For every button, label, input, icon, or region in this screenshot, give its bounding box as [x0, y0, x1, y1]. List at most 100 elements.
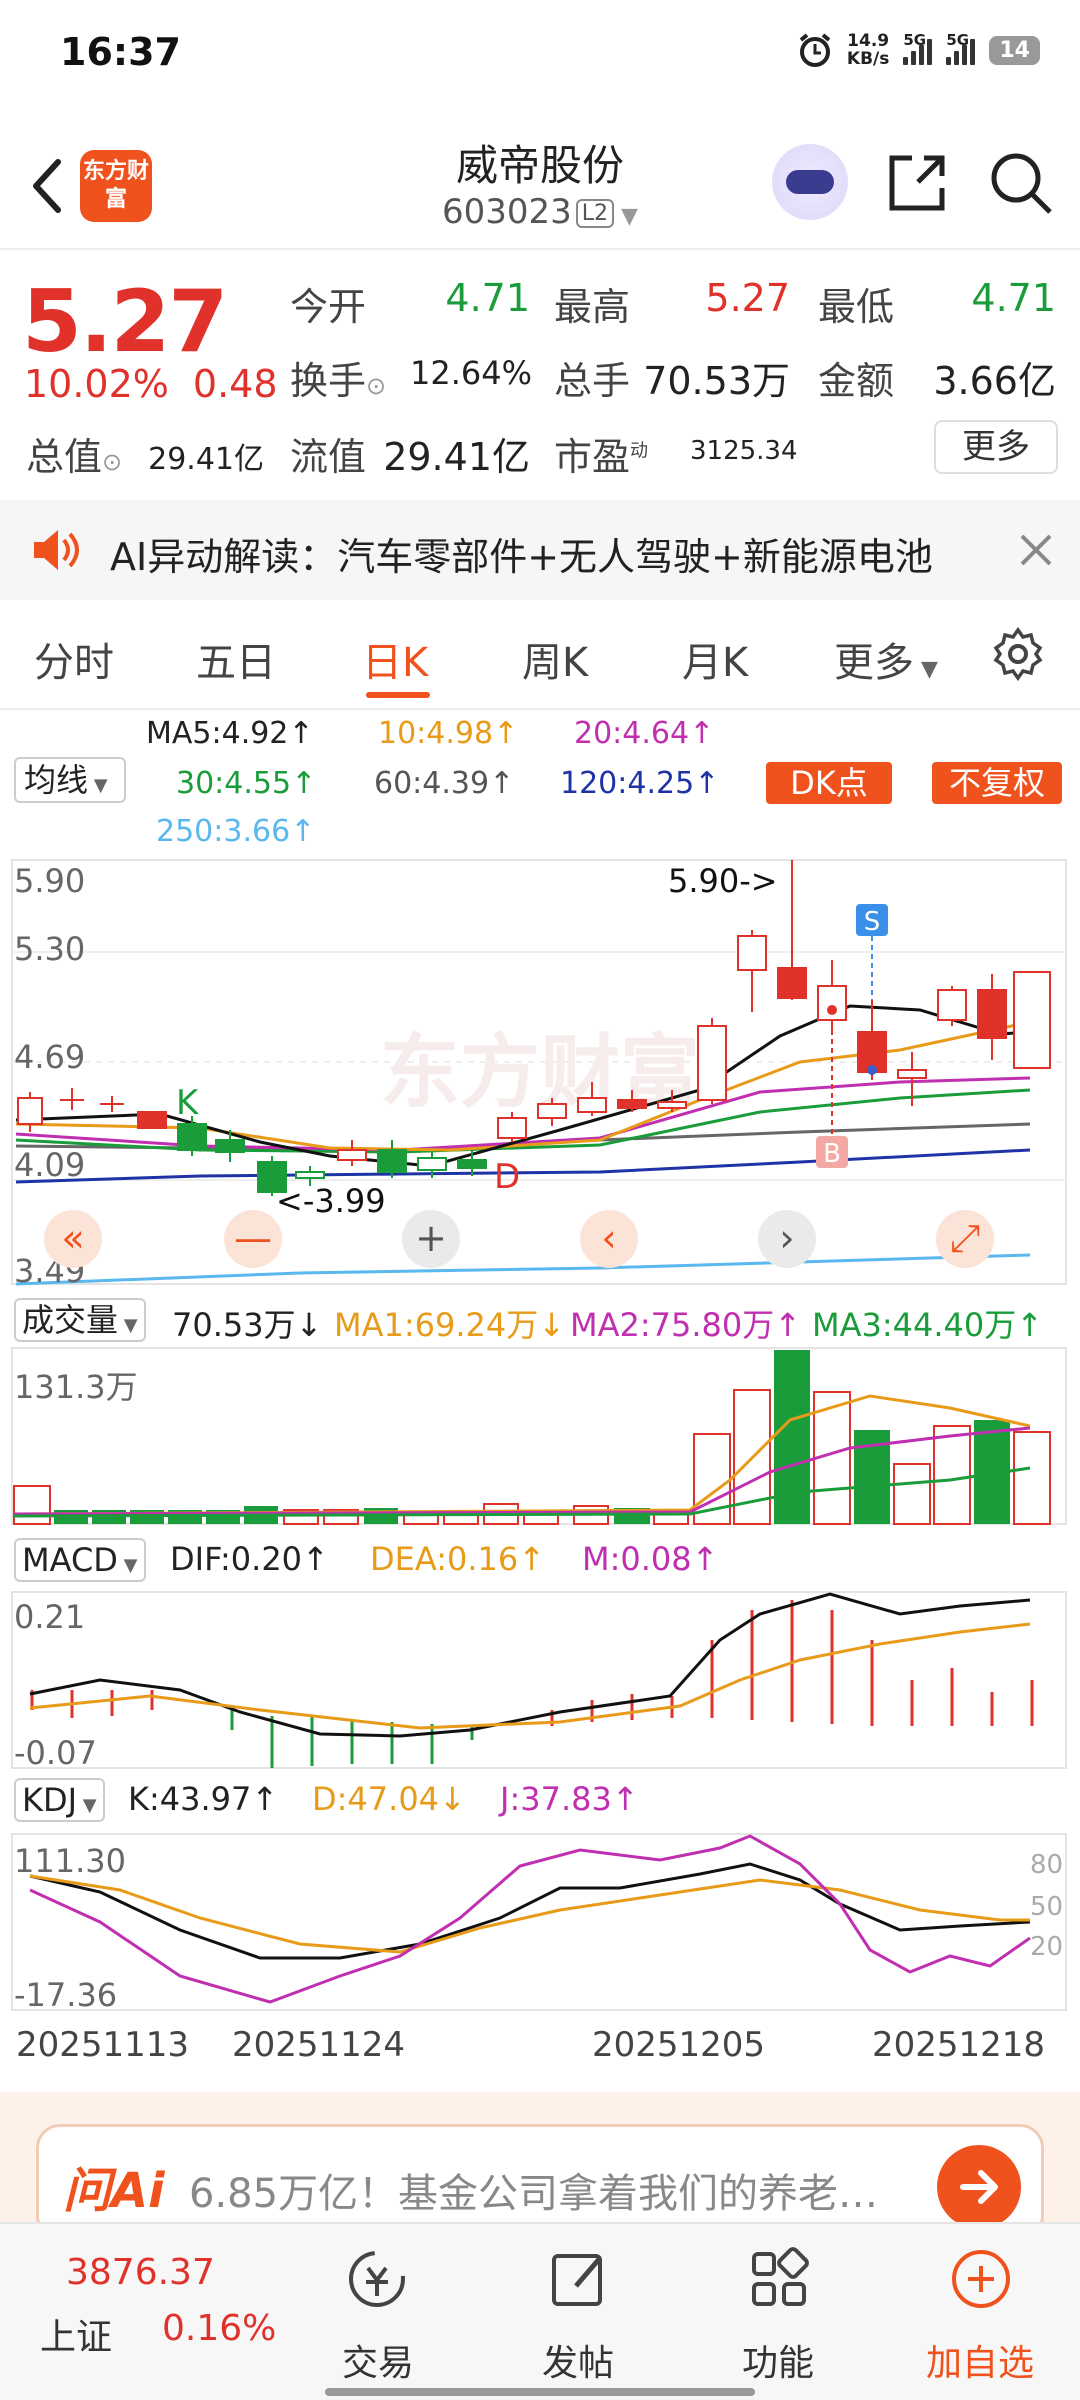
ma-selector[interactable]: 均线 ▼ — [14, 757, 126, 803]
price-axis-max: 5.90 — [14, 862, 86, 900]
kdj-axis-max: 111.30 — [14, 1842, 126, 1880]
index-value[interactable]: 3876.37 — [66, 2252, 215, 2293]
fullscreen-icon[interactable]: ⤢ — [936, 1210, 994, 1268]
candle — [697, 1018, 727, 1104]
ma250-label: 250:3.66↑ — [156, 814, 316, 849]
macd-dif — [29, 1592, 1031, 1738]
ma60-label: 60:4.39↑ — [374, 766, 515, 801]
more-button[interactable]: 更多 — [934, 420, 1058, 474]
status-time: 16:37 — [60, 30, 181, 74]
candle — [777, 860, 807, 1000]
kdj-j — [29, 1834, 1031, 2004]
scroll-right-button[interactable]: › — [758, 1210, 816, 1268]
ma120-label: 120:4.25↑ — [560, 766, 720, 801]
tab-intraday[interactable]: 分时 — [34, 630, 114, 688]
trade-icon[interactable] — [344, 2246, 410, 2312]
zoom-in-button[interactable]: + — [402, 1210, 460, 1268]
candle — [737, 930, 767, 1012]
status-bar: 16:37 14.9 KB/s 5G 5G 14 — [0, 0, 1080, 110]
tab-monthly-k[interactable]: 月K — [682, 630, 748, 688]
turnover-value: 12.64% — [410, 354, 533, 392]
settings-icon[interactable] — [990, 626, 1046, 682]
ma250-line — [15, 1253, 1031, 1286]
share-icon[interactable] — [884, 150, 950, 216]
dk-point-button[interactable]: DK点 — [766, 762, 892, 804]
index-name[interactable]: 上证 — [40, 2308, 112, 2360]
edit-icon[interactable] — [546, 2246, 612, 2312]
scroll-left-fast-button[interactable]: « — [44, 1210, 102, 1268]
tab-daily-k[interactable]: 日K — [362, 630, 428, 688]
nav-trade[interactable]: 交易 — [298, 2334, 458, 2386]
ai-ask-text: 6.85万亿！基金公司拿着我们的养老… — [189, 2171, 879, 2217]
period-tabs: 分时 五日 日K 周K 月K 更多 ▼ — [0, 600, 1080, 710]
macd-dea — [29, 1622, 1031, 1730]
date-label: 20251205 — [592, 2025, 766, 2065]
macd-selector[interactable]: MACD ▼ — [14, 1538, 146, 1582]
volume-label: 总手 — [554, 359, 631, 403]
zoom-out-button[interactable]: — — [224, 1210, 282, 1268]
nav-add-watchlist[interactable]: 加自选 — [900, 2334, 1060, 2386]
ai-ask-bar: 问Ai 6.85万亿！基金公司拿着我们的养老… — [0, 2092, 1080, 2240]
price-axis-3: 4.69 — [14, 1038, 86, 1076]
search-icon[interactable] — [988, 150, 1054, 216]
tab-more[interactable]: 更多 ▼ — [834, 630, 938, 688]
price-axis-2: 5.30 — [14, 930, 86, 968]
add-icon[interactable] — [948, 2246, 1014, 2312]
macd-dif-label: DIF:0.20↑ — [170, 1540, 329, 1578]
battery-icon: 14 — [989, 35, 1040, 65]
speaker-icon — [34, 530, 79, 570]
nav-post[interactable]: 发帖 — [498, 2334, 658, 2386]
index-pct[interactable]: 0.16% — [162, 2308, 276, 2349]
ai-assistant-icon[interactable] — [772, 144, 848, 220]
quote-panel: 5.27 10.02% 0.48 今开 4.71 最高 5.27 最低 4.71 … — [0, 250, 1080, 500]
ma5-label: MA5:4.92↑ — [146, 716, 314, 751]
candle — [1013, 971, 1051, 1069]
tab-5day[interactable]: 五日 — [196, 630, 276, 688]
candle — [377, 1140, 407, 1178]
arrow-right-icon[interactable] — [937, 2145, 1021, 2229]
float-label: 流值 — [290, 435, 367, 479]
open-value: 4.71 — [445, 276, 530, 320]
k-marker: K — [176, 1083, 200, 1123]
d-marker: D — [494, 1157, 520, 1197]
volume-axis-max: 131.3万 — [14, 1368, 138, 1406]
volume-value: 70.53万↓ — [172, 1306, 323, 1344]
open-label: 今开 — [290, 285, 367, 329]
kdj-d-label: D:47.04↓ — [312, 1780, 466, 1818]
candle — [137, 1111, 167, 1129]
adjustment-button[interactable]: 不复权 — [932, 762, 1062, 804]
high-value: 5.27 — [705, 276, 790, 320]
level2-badge: L2 — [575, 199, 615, 228]
kdj-selector[interactable]: KDJ ▼ — [14, 1778, 105, 1822]
macd-axis-max: 0.21 — [14, 1598, 86, 1636]
signal-icon-2: 5G — [946, 31, 976, 65]
low-marker: <-3.99 — [276, 1182, 386, 1220]
active-tab-indicator — [366, 692, 430, 698]
ai-insight-bar[interactable]: AI异动解读：汽车零部件+无人驾驶+新能源电池 — [0, 500, 1080, 600]
kdj-d — [29, 1874, 1030, 1954]
amount-value: 3.66亿 — [933, 359, 1056, 403]
candle — [977, 974, 1007, 1060]
volume-selector[interactable]: 成交量 ▼ — [14, 1298, 146, 1342]
amount-label: 金额 — [818, 359, 895, 403]
scroll-left-button[interactable]: ‹ — [580, 1210, 638, 1268]
close-icon[interactable] — [1018, 532, 1054, 568]
high-marker: 5.90-> — [668, 862, 778, 900]
candle — [337, 1140, 367, 1166]
pe-label: 市盈动 — [554, 435, 649, 479]
stock-header: 东方财富 威帝股份 603023 L2 ▼ — [0, 120, 1080, 250]
mcap-value: 29.41亿 — [148, 442, 264, 477]
kdj-k-label: K:43.97↑ — [128, 1780, 279, 1818]
kline-chart-area[interactable]: 东方财富 K D S B — [0, 850, 1080, 2030]
kdj-axis-min: -17.36 — [14, 1976, 118, 2014]
candle — [60, 1088, 84, 1110]
tab-weekly-k[interactable]: 周K — [522, 630, 588, 688]
alarm-icon — [799, 33, 831, 67]
price-axis-4: 4.09 — [14, 1146, 86, 1184]
vol-ma3-label: MA3:44.40万↑ — [812, 1306, 1044, 1344]
apps-icon[interactable] — [746, 2246, 812, 2312]
home-indicator[interactable] — [325, 2388, 755, 2396]
low-value: 4.71 — [971, 276, 1056, 320]
macd-m-label: M:0.08↑ — [582, 1540, 719, 1578]
nav-functions[interactable]: 功能 — [698, 2334, 858, 2386]
